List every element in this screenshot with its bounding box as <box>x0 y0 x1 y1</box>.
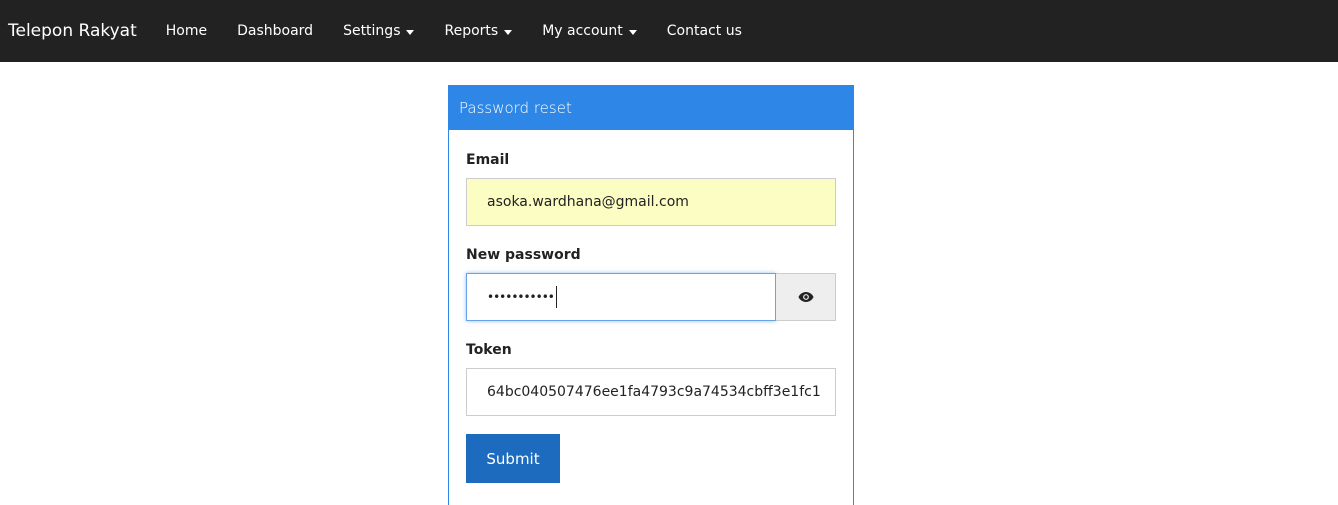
text-cursor <box>555 286 557 308</box>
nav-my-account-label: My account <box>542 23 623 39</box>
password-mask: ••••••••••• <box>487 290 555 304</box>
nav-reports-dropdown[interactable]: Reports <box>429 0 527 62</box>
toggle-password-visibility-button[interactable] <box>776 273 836 321</box>
panel-title: Password reset <box>449 86 853 130</box>
nav-settings-label: Settings <box>343 23 401 39</box>
nav-home-label: Home <box>165 23 208 39</box>
nav-reports-label: Reports <box>444 23 499 39</box>
new-password-field[interactable]: ••••••••••• <box>466 273 776 321</box>
new-password-group: ••••••••••• <box>466 273 836 321</box>
caret-down-icon <box>628 29 637 35</box>
nav-dashboard[interactable]: Dashboard <box>222 0 328 62</box>
password-reset-panel: Password reset Email asoka.wardhana@gmai… <box>448 85 854 505</box>
nav-home[interactable]: Home <box>151 0 222 62</box>
token-label: Token <box>466 342 512 358</box>
token-field[interactable]: 64bc040507476ee1fa4793c9a74534cbff3e1fc1 <box>466 368 836 416</box>
nav-my-account-dropdown[interactable]: My account <box>527 0 652 62</box>
caret-down-icon <box>406 29 415 35</box>
top-navbar: Telepon Rakyat Home Dashboard Settings R… <box>0 0 1338 62</box>
email-label: Email <box>466 152 510 168</box>
password-reset-form: Email asoka.wardhana@gmail.com New passw… <box>449 152 853 483</box>
submit-button[interactable]: Submit <box>466 434 560 483</box>
brand-logo[interactable]: Telepon Rakyat <box>8 21 137 41</box>
email-field[interactable]: asoka.wardhana@gmail.com <box>466 178 836 226</box>
nav-contact-us[interactable]: Contact us <box>652 0 757 62</box>
nav-contact-us-label: Contact us <box>666 23 742 39</box>
caret-down-icon <box>504 29 513 35</box>
nav-dashboard-label: Dashboard <box>237 23 314 39</box>
nav-settings-dropdown[interactable]: Settings <box>328 0 429 62</box>
eye-icon <box>798 292 813 302</box>
new-password-label: New password <box>466 247 581 263</box>
